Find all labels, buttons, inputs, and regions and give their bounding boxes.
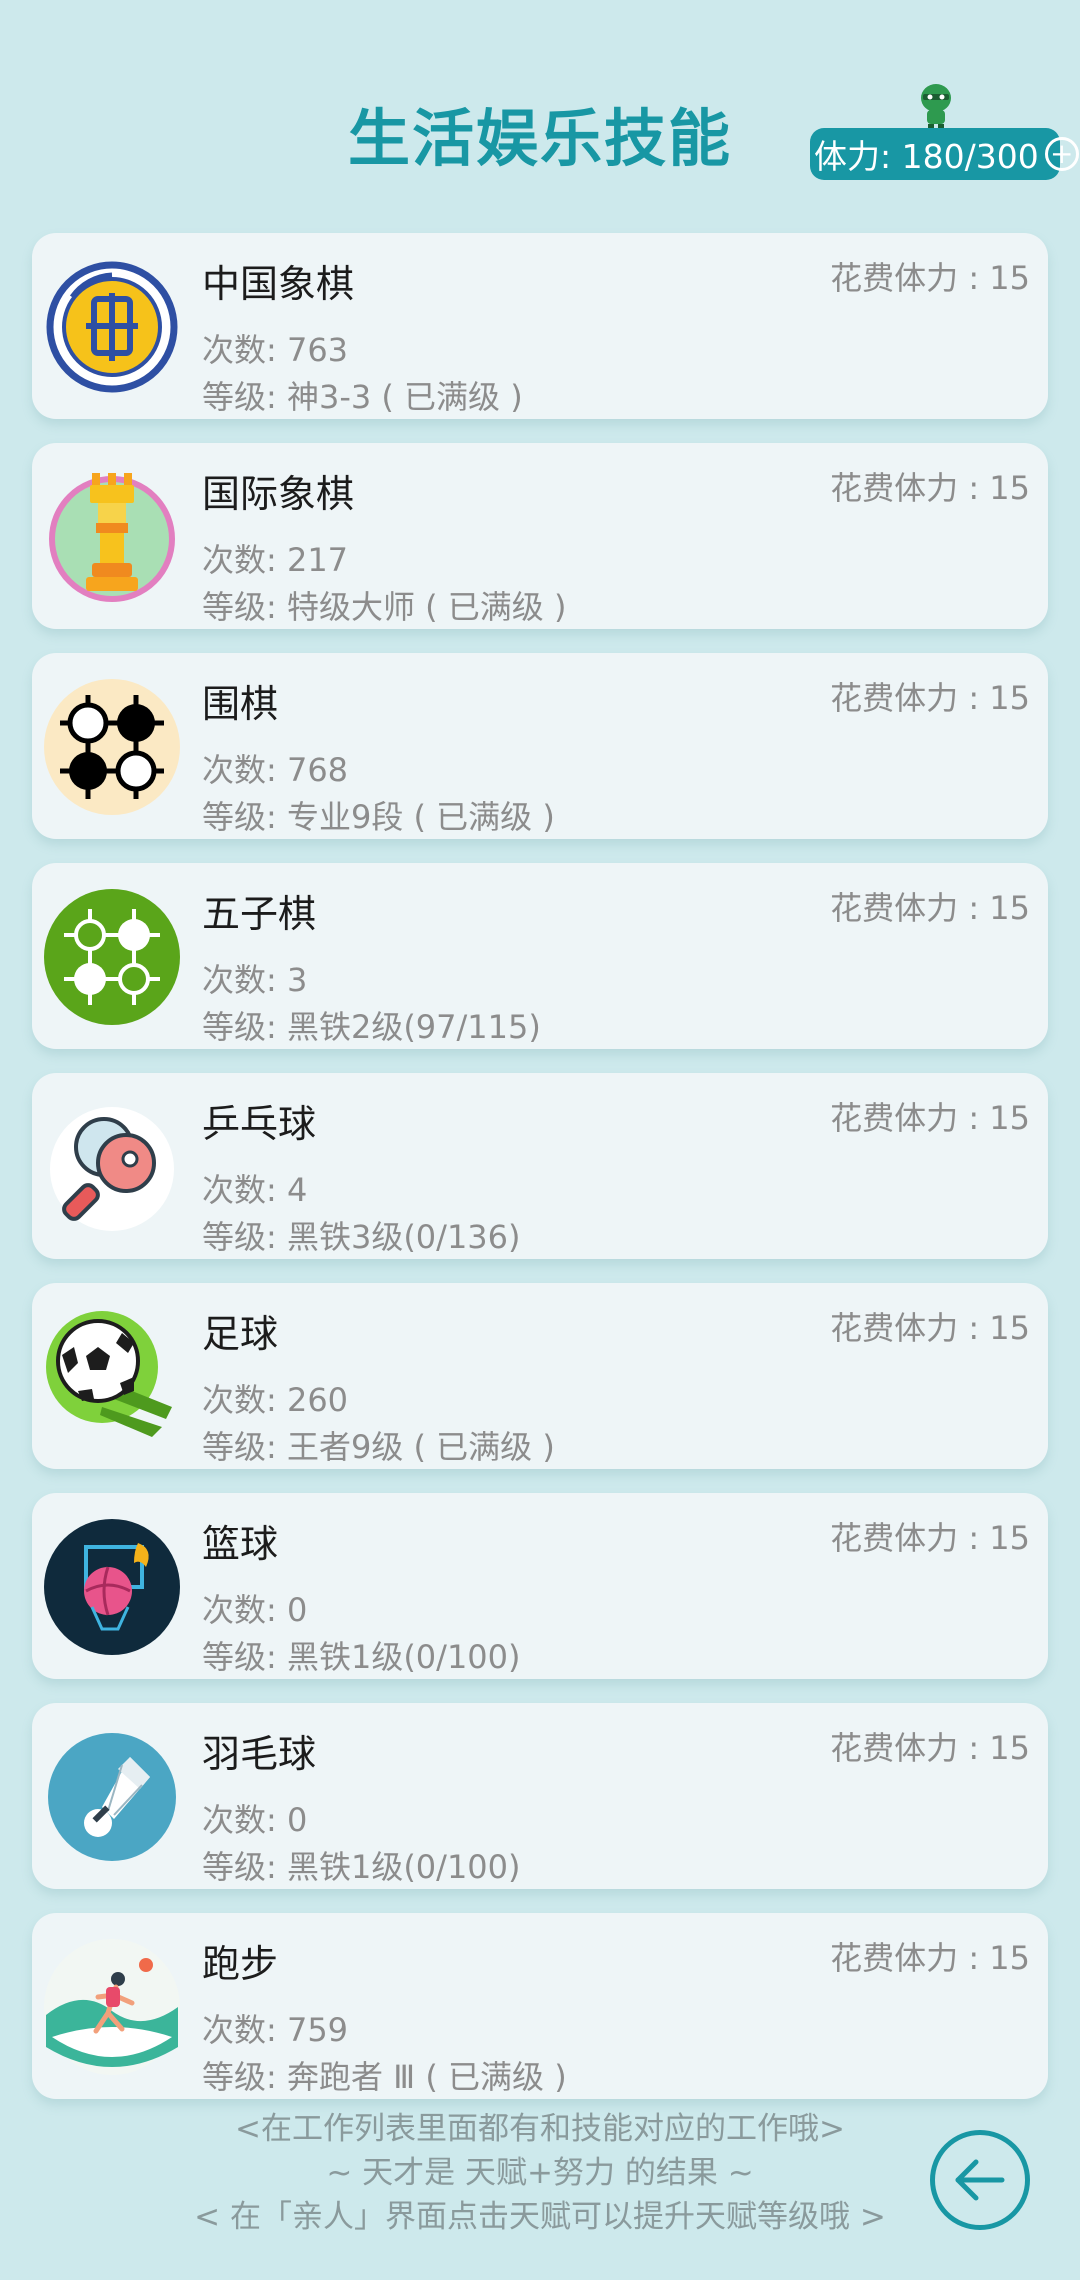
add-stamina-icon[interactable]: + [1044,137,1079,171]
basketball-icon [44,1519,180,1655]
skill-card-soccer[interactable]: 足球 花费体力 : 15 次数: 260 等级: 王者9级 ( 已满级 ) [32,1283,1048,1469]
skill-count: 次数: 260 [202,1381,349,1419]
running-icon [44,1939,180,2075]
skill-level: 等级: 黑铁3级(0/136) [202,1218,521,1256]
skill-cost: 花费体力 : 15 [830,889,1030,927]
skill-card-ping-pong[interactable]: 乒乓球 花费体力 : 15 次数: 4 等级: 黑铁3级(0/136) [32,1073,1048,1259]
skill-card-badminton[interactable]: 羽毛球 花费体力 : 15 次数: 0 等级: 黑铁1级(0/100) [32,1703,1048,1889]
skill-count: 次数: 4 [202,1171,308,1209]
skill-count: 次数: 768 [202,751,349,789]
skill-count: 次数: 763 [202,331,349,369]
hint-text-work-list: <在工作列表里面都有和技能对应的工作哦> [235,2111,845,2147]
skill-name: 跑步 [202,1942,279,1986]
skill-count: 次数: 0 [202,1591,308,1629]
header: 生活娱乐技能 体力: 180/300 + [0,0,1080,220]
arrow-left-icon [955,2159,1005,2201]
skill-cost: 花费体力 : 15 [830,679,1030,717]
skill-level: 等级: 黑铁1级(0/100) [202,1638,521,1676]
skill-level: 等级: 奔跑者 Ⅲ ( 已满级 ) [202,2058,567,2096]
skill-card-go[interactable]: 围棋 花费体力 : 15 次数: 768 等级: 专业9段 ( 已满级 ) [32,653,1048,839]
skill-name: 羽毛球 [202,1732,317,1776]
skill-card-chess[interactable]: 国际象棋 花费体力 : 15 次数: 217 等级: 特级大师 ( 已满级 ) [32,443,1048,629]
skill-cost: 花费体力 : 15 [830,259,1030,297]
go-stones-icon [44,679,180,815]
hint-text-relatives: < 在「亲人」界面点击天赋可以提升天赋等级哦 > [194,2199,886,2235]
skill-card-gomoku[interactable]: 五子棋 花费体力 : 15 次数: 3 等级: 黑铁2级(97/115) [32,863,1048,1049]
skill-cost: 花费体力 : 15 [830,1309,1030,1347]
skill-list: 中国象棋 花费体力 : 15 次数: 763 等级: 神3-3 ( 已满级 ) … [32,233,1048,2123]
gomoku-icon [44,889,180,1025]
skill-level: 等级: 黑铁1级(0/100) [202,1848,521,1886]
skill-name: 足球 [202,1312,279,1356]
skill-count: 次数: 759 [202,2011,349,2049]
stamina-label: 体力: 180/300 [814,137,1039,176]
back-button[interactable] [930,2130,1030,2230]
stamina-badge[interactable]: 体力: 180/300 + [810,128,1079,180]
skill-name: 五子棋 [202,892,317,936]
skill-cost: 花费体力 : 15 [830,1729,1030,1767]
skill-name: 围棋 [202,682,279,726]
skill-card-basketball[interactable]: 篮球 花费体力 : 15 次数: 0 等级: 黑铁1级(0/100) [32,1493,1048,1679]
skill-level: 等级: 特级大师 ( 已满级 ) [202,588,567,626]
skill-level: 等级: 王者9级 ( 已满级 ) [202,1428,555,1466]
skill-count: 次数: 3 [202,961,308,999]
chess-rook-icon [49,473,175,602]
skill-cost: 花费体力 : 15 [830,1519,1030,1557]
skill-level: 等级: 黑铁2级(97/115) [202,1008,541,1046]
chinese-chess-icon [46,261,178,393]
skill-name: 篮球 [202,1522,279,1566]
ping-pong-icon [50,1107,174,1231]
skill-level: 等级: 神3-3 ( 已满级 ) [202,378,523,416]
shuttlecock-icon [48,1733,176,1861]
skill-cost: 花费体力 : 15 [830,469,1030,507]
skill-cost: 花费体力 : 15 [830,1099,1030,1137]
skill-cost: 花费体力 : 15 [830,1939,1030,1977]
mascot-icon [921,84,951,131]
skill-name: 中国象棋 [202,262,355,306]
soccer-ball-icon [46,1311,172,1437]
skill-count: 次数: 217 [202,541,349,579]
skill-card-chinese-chess[interactable]: 中国象棋 花费体力 : 15 次数: 763 等级: 神3-3 ( 已满级 ) [32,233,1048,419]
skill-name: 乒乓球 [202,1102,317,1146]
skill-name: 国际象棋 [202,472,355,516]
skill-card-running[interactable]: 跑步 花费体力 : 15 次数: 759 等级: 奔跑者 Ⅲ ( 已满级 ) [32,1913,1048,2099]
hint-text-talent: ~ 天才是 天赋+努力 的结果 ~ [326,2155,754,2191]
skill-level: 等级: 专业9段 ( 已满级 ) [202,798,555,836]
skill-count: 次数: 0 [202,1801,308,1839]
